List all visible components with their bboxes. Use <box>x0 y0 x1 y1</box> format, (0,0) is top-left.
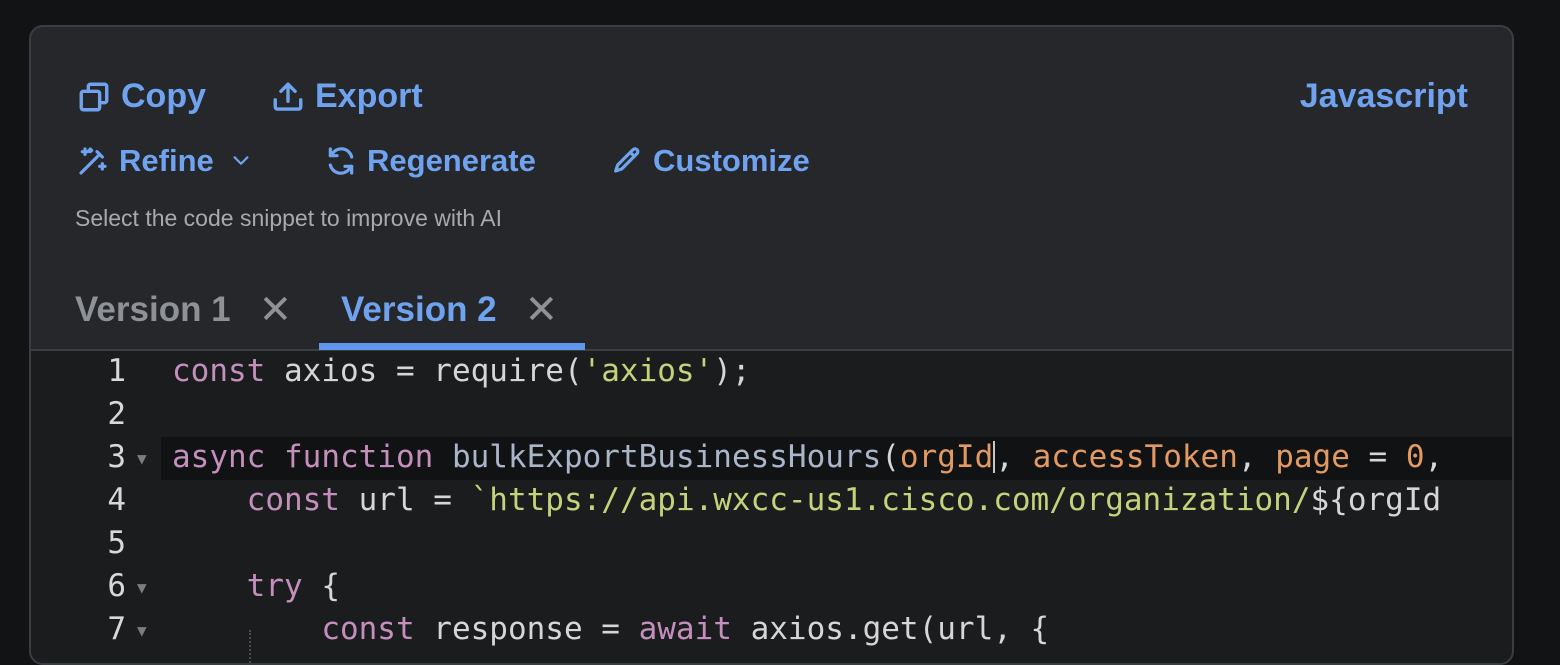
code-text: async function bulkExportBusinessHours(o… <box>172 439 1444 475</box>
code-line: 1 const axios = require('axios'); <box>31 351 1512 394</box>
code-text: const response = await axios.get(url, { <box>321 611 1050 647</box>
code-text: const axios = require('axios'); <box>172 353 751 389</box>
code-text: const url = `https://api.wxcc-us1.cisco.… <box>246 482 1442 518</box>
fold-arrow-icon[interactable]: ▼ <box>137 578 147 597</box>
line-number: 1 <box>107 353 126 389</box>
line-number: 6 <box>107 568 126 604</box>
close-icon[interactable]: ✕ <box>259 287 293 333</box>
line-number: 5 <box>107 525 126 561</box>
code-text: try { <box>246 568 340 604</box>
regenerate-button[interactable]: Regenerate <box>325 143 536 179</box>
pencil-icon <box>614 147 640 173</box>
tab-label: Version 1 <box>75 290 231 329</box>
line-number: 7 <box>107 611 126 647</box>
code-line: 4 const url = `https://api.wxcc-us1.cisc… <box>31 480 1512 523</box>
tab-version-1[interactable]: Version 1 ✕ <box>75 273 292 347</box>
code-line: 5 <box>31 523 1512 566</box>
language-label[interactable]: Javascript <box>1300 77 1468 116</box>
line-number: 3 <box>107 439 126 475</box>
refine-label: Refine <box>119 143 214 178</box>
close-icon[interactable]: ✕ <box>525 287 559 333</box>
copy-icon <box>79 82 109 111</box>
version-tabs: Version 1 ✕ Version 2 ✕ <box>31 273 1512 351</box>
tab-version-2[interactable]: Version 2 ✕ <box>341 273 558 347</box>
active-tab-indicator <box>319 343 585 350</box>
code-line: 3 ▼ async function bulkExportBusinessHou… <box>31 437 1512 480</box>
code-editor[interactable]: 1 const axios = require('axios'); 2 3 ▼ … <box>31 351 1512 663</box>
customize-button[interactable]: Customize <box>611 143 810 179</box>
code-panel: Copy Export Javascript Refine Regenerate… <box>29 25 1514 665</box>
export-icon <box>273 82 303 111</box>
copy-button[interactable]: Copy <box>77 77 206 116</box>
magic-wand-icon <box>79 147 107 175</box>
customize-label: Customize <box>653 143 810 178</box>
fold-arrow-icon[interactable]: ▼ <box>137 449 147 468</box>
code-line: 6 ▼ try { <box>31 566 1512 609</box>
export-label: Export <box>315 77 423 115</box>
code-line: 2 <box>31 394 1512 437</box>
refine-button[interactable]: Refine <box>77 143 252 179</box>
chevron-down-icon <box>233 156 249 165</box>
line-number: 4 <box>107 482 126 518</box>
fold-arrow-icon[interactable]: ▼ <box>137 621 147 640</box>
code-line: 7 ▼ const response = await axios.get(url… <box>31 609 1512 652</box>
line-number: 2 <box>107 396 126 432</box>
regenerate-icon <box>328 147 354 175</box>
regenerate-label: Regenerate <box>367 143 536 178</box>
copy-label: Copy <box>121 77 206 115</box>
export-button[interactable]: Export <box>271 77 423 116</box>
refine-hint: Select the code snippet to improve with … <box>75 205 503 231</box>
tab-label: Version 2 <box>341 290 497 329</box>
